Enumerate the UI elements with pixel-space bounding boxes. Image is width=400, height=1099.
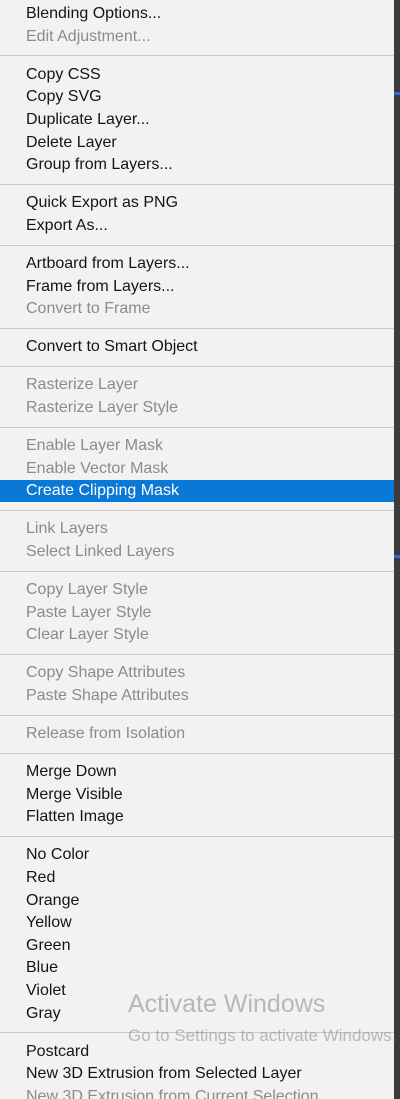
activate-windows-subtitle: Go to Settings to activate Windows. [128,1026,397,1045]
menu-item-new-3d-extrusion-from-current-selection: New 3D Extrusion from Current Selection [26,1087,319,1099]
menu-separator [0,426,394,428]
activate-windows-title: Activate Windows [128,990,326,1018]
menu-item-blue[interactable]: Blue [0,957,394,979]
menu-separator [0,327,394,329]
menu-item-select-linked-layers: Select Linked Layers [26,542,175,560]
menu-item-blending-options[interactable]: Blending Options... [0,3,394,25]
menu-item-paste-shape-attributes: Paste Shape Attributes [26,686,189,704]
menu-separator [0,836,394,838]
menu-separator [0,510,394,512]
menu-item-copy-css[interactable]: Copy CSS [0,64,394,86]
menu-item-paste-layer-style: Paste Layer Style [26,603,152,621]
menu-item-enable-layer-mask: Enable Layer Mask [26,437,163,454]
menu-item-duplicate-layer[interactable]: Duplicate Layer... [0,109,394,131]
menu-item-link-layers: Link Layers [26,520,108,538]
menu-item-rasterize-layer-style: Rasterize Layer Style [26,398,179,416]
menu-item-red[interactable]: Red [0,867,394,889]
menu-item-rasterize-layer: Rasterize Layer [26,376,139,394]
canvas-accent-mark [394,555,400,558]
menu-item-export-as[interactable]: Export As... [0,215,394,237]
menu-item-enable-vector-mask: Enable Vector Mask [26,459,169,477]
menu-item-delete-layer[interactable]: Delete Layer [0,132,394,154]
menu-separator [0,714,394,716]
menu-item-group-from-layers[interactable]: Group from Layers... [0,154,394,176]
menu-separator [0,244,394,246]
menu-item-convert-to-smart-object[interactable]: Convert to Smart Object [0,336,394,358]
background-canvas-edge [394,0,400,1099]
menu-item-green[interactable]: Green [0,935,394,957]
menu-item-clear-layer-style: Clear Layer Style [26,626,149,644]
menu-separator [0,570,394,572]
menu-item-create-clipping-mask[interactable]: Create Clipping Mask [0,480,394,503]
menu-item-new-3d-extrusion-from-selected-layer[interactable]: New 3D Extrusion from Selected Layer [0,1063,394,1085]
menu-item-copy-shape-attributes: Copy Shape Attributes [26,664,186,682]
menu-separator [0,752,394,754]
menu-separator [0,366,394,368]
menu-separator [0,183,394,185]
menu-item-release-from-isolation: Release from Isolation [26,725,186,742]
menu-item-convert-to-frame: Convert to Frame [26,300,151,318]
menu-item-flatten-image[interactable]: Flatten Image [0,806,394,828]
menu-item-copy-svg[interactable]: Copy SVG [0,86,394,108]
menu-item-merge-visible[interactable]: Merge Visible [0,784,394,806]
menu-separator [0,55,394,57]
menu-item-artboard-from-layers[interactable]: Artboard from Layers... [0,253,394,275]
canvas-accent-mark [394,92,400,95]
menu-item-copy-layer-style: Copy Layer Style [26,581,148,598]
menu-item-merge-down[interactable]: Merge Down [0,761,394,783]
menu-item-orange[interactable]: Orange [0,890,394,912]
menu-separator [0,654,394,656]
menu-item-frame-from-layers[interactable]: Frame from Layers... [0,276,394,298]
menu-item-yellow[interactable]: Yellow [0,912,394,934]
menu-item-no-color[interactable]: No Color [0,844,394,866]
menu-item-quick-export-as-png[interactable]: Quick Export as PNG [0,192,394,214]
menu-item-edit-adjustment: Edit Adjustment... [26,27,151,45]
layer-context-menu: Blending Options... Edit Adjustment... Cop… [0,0,394,1099]
